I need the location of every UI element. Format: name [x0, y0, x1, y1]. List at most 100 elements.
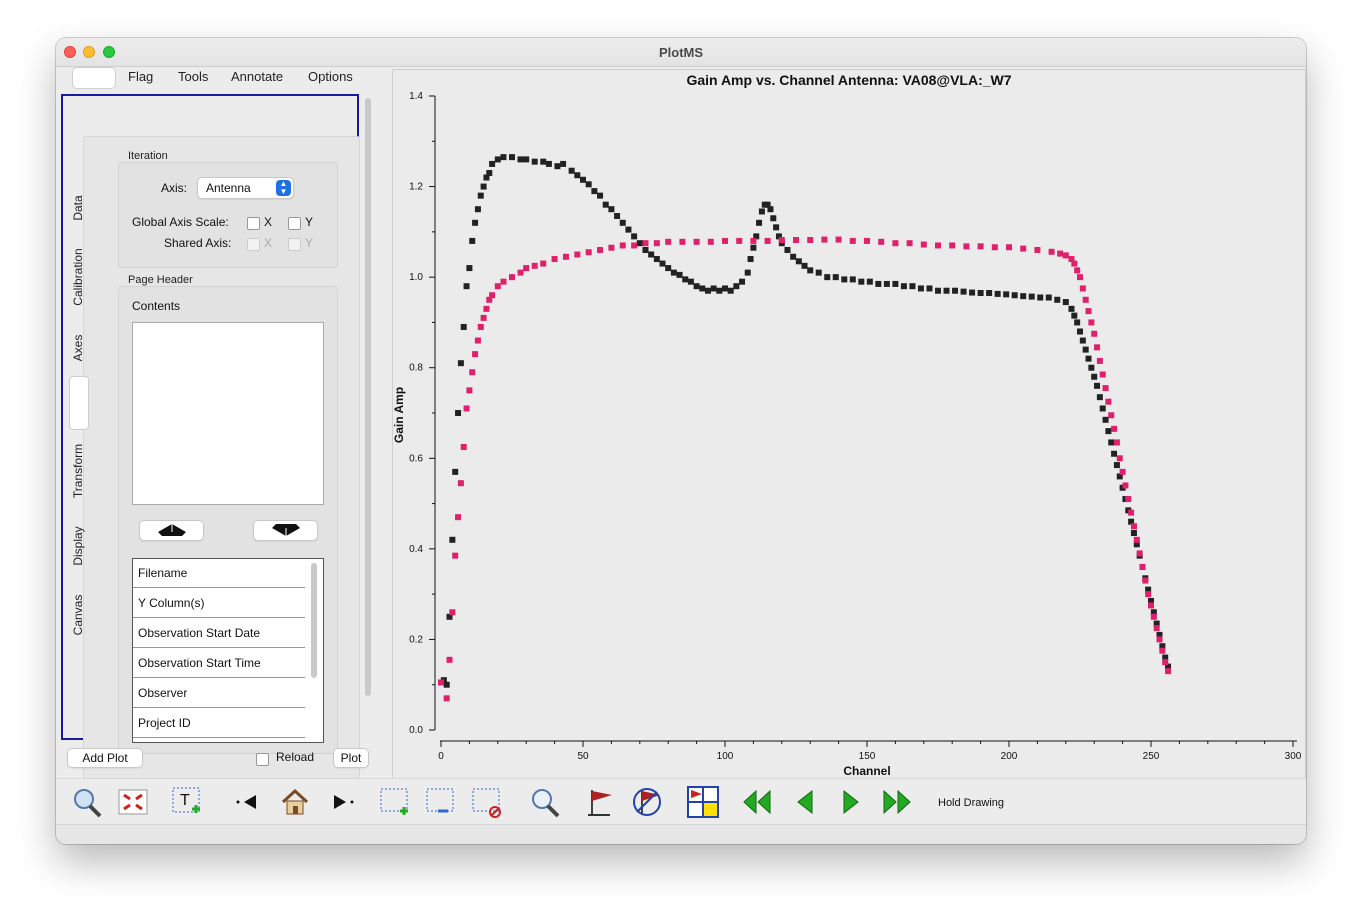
plot-button[interactable]: Plot	[333, 748, 369, 768]
data-point-magenta	[1048, 248, 1055, 255]
data-point-magenta	[494, 283, 501, 290]
data-point-black	[1028, 293, 1035, 300]
flag-extensions-icon[interactable]	[686, 785, 720, 819]
reload-checkbox[interactable]	[256, 753, 269, 766]
data-point-black	[560, 160, 567, 167]
data-point-black	[545, 160, 552, 167]
data-point-black	[900, 283, 907, 290]
axis-select[interactable]: Antenna ▲ ▼	[197, 177, 294, 199]
contents-textarea[interactable]	[132, 322, 324, 505]
tab-options[interactable]: Options	[308, 69, 353, 84]
data-point-magenta	[1156, 636, 1163, 643]
list-scrollbar[interactable]	[311, 563, 317, 678]
shared-axis-y-checkbox[interactable]	[288, 238, 301, 251]
data-point-magenta	[474, 337, 481, 344]
data-point-black	[716, 287, 723, 294]
previous-page-icon[interactable]	[788, 785, 822, 819]
data-point-black	[986, 289, 993, 296]
data-point-magenta	[1094, 344, 1101, 351]
plot-settings-frame: Iteration Axis: Antenna ▲ ▼ Global Axis S…	[61, 94, 371, 796]
data-point-black	[1096, 394, 1103, 401]
data-point-magenta	[1088, 319, 1095, 326]
global-scale-y-label: Y	[305, 215, 314, 229]
vtab-calibration[interactable]: Calibration	[68, 238, 88, 316]
data-point-black	[1020, 293, 1027, 300]
data-point-black	[472, 219, 479, 226]
next-page-icon[interactable]	[834, 785, 868, 819]
data-point-black	[466, 265, 473, 272]
data-point-black	[767, 206, 774, 213]
locate-icon[interactable]	[528, 785, 562, 819]
data-point-magenta	[1057, 250, 1064, 257]
data-point-magenta	[517, 269, 524, 276]
list-item-obs-start-time[interactable]: Observation Start Time	[133, 649, 305, 678]
list-item-filename[interactable]: Filename	[133, 559, 305, 588]
global-scale-y-checkbox[interactable]	[288, 217, 301, 230]
shared-axis-x-checkbox[interactable]	[247, 238, 260, 251]
hold-drawing-label[interactable]: Hold Drawing	[938, 797, 1004, 809]
tab-tools[interactable]: Tools	[178, 69, 208, 84]
last-page-icon[interactable]	[880, 785, 914, 819]
data-point-black	[892, 280, 899, 287]
data-point-black	[1108, 439, 1115, 446]
vtab-data[interactable]: Data	[68, 185, 88, 231]
home-icon[interactable]	[278, 785, 312, 819]
move-down-button[interactable]	[253, 520, 318, 541]
data-point-black	[631, 233, 638, 240]
list-item-observer[interactable]: Observer	[133, 679, 305, 708]
y-tick-label: 0.2	[409, 634, 423, 645]
plot-canvas[interactable]: Gain Amp vs. Channel Antenna: VA08@VLA:_…	[392, 69, 1306, 779]
data-point-magenta	[665, 238, 672, 245]
list-item-project-id[interactable]: Project ID	[133, 709, 305, 738]
x-tick-label: 100	[717, 751, 734, 762]
data-point-magenta	[764, 237, 771, 244]
first-page-icon[interactable]	[740, 785, 774, 819]
vtab-axes[interactable]: Axes	[68, 323, 88, 373]
data-point-black	[568, 167, 575, 174]
data-point-black	[795, 258, 802, 265]
vtab-display[interactable]: Display	[68, 518, 88, 574]
data-point-black	[523, 156, 530, 163]
panel-scrollbar[interactable]	[365, 98, 371, 696]
title-bar: PlotMS	[56, 38, 1306, 67]
x-tick-label: 0	[438, 751, 444, 762]
zoom-tool-icon[interactable]	[70, 785, 104, 819]
axis-select-value: Antenna	[206, 181, 251, 195]
data-point-magenta	[463, 405, 470, 412]
add-plot-button[interactable]: Add Plot	[67, 748, 143, 768]
list-item-obs-start-date[interactable]: Observation Start Date	[133, 619, 305, 648]
global-scale-x-checkbox[interactable]	[247, 217, 260, 230]
x-tick-label: 150	[859, 751, 876, 762]
vtab-transform[interactable]: Transform	[68, 435, 88, 507]
unflag-icon[interactable]	[630, 785, 664, 819]
data-point-black	[608, 206, 615, 213]
vtab-data-label: Data	[71, 195, 85, 221]
data-point-magenta	[1074, 267, 1081, 274]
flag-icon[interactable]	[584, 785, 618, 819]
data-point-black	[739, 278, 746, 285]
move-up-button[interactable]	[139, 520, 204, 541]
data-point-magenta	[878, 238, 885, 245]
data-point-black	[790, 253, 797, 260]
pan-tool-icon[interactable]	[116, 785, 150, 819]
add-region-icon[interactable]	[378, 785, 412, 819]
data-point-magenta	[653, 240, 660, 247]
tab-plot[interactable]	[72, 67, 116, 89]
tab-flag[interactable]: Flag	[128, 69, 153, 84]
step-forward-icon[interactable]	[326, 785, 360, 819]
data-point-black	[824, 274, 831, 281]
vtab-canvas[interactable]: Canvas	[68, 585, 88, 645]
y-tick-label: 1.4	[409, 91, 423, 102]
page-header-group: Contents Filename Y Column(s) Observatio…	[118, 286, 338, 754]
annotate-text-icon[interactable]: T	[170, 785, 204, 819]
data-point-black	[648, 251, 655, 258]
data-point-black	[849, 276, 856, 283]
data-point-black	[554, 163, 561, 170]
step-back-icon[interactable]	[230, 785, 264, 819]
clear-regions-icon[interactable]	[470, 785, 504, 819]
list-item-y-columns[interactable]: Y Column(s)	[133, 589, 305, 618]
data-point-black	[531, 158, 538, 165]
tab-annotate[interactable]: Annotate	[231, 69, 283, 84]
subtract-region-icon[interactable]	[424, 785, 458, 819]
tab-page[interactable]	[69, 376, 89, 430]
